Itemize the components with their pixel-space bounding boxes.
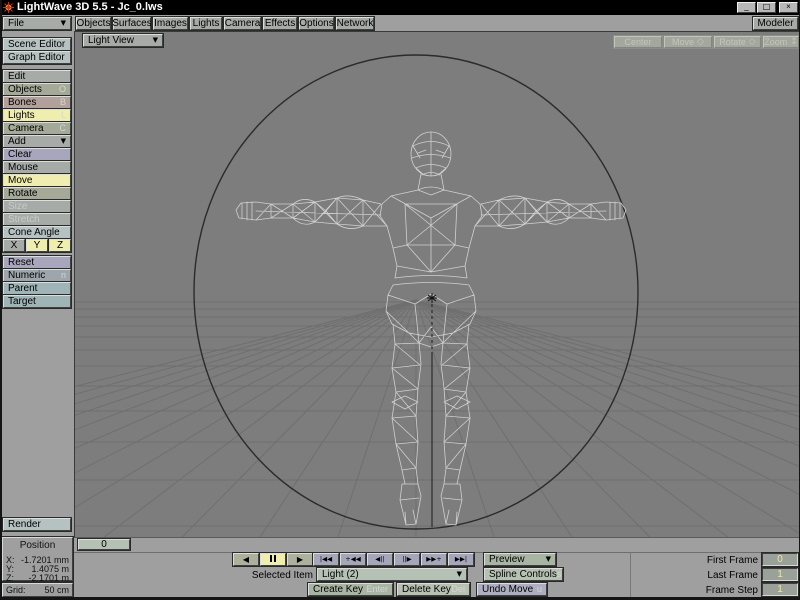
mouse-stretch-button: Stretch — [3, 213, 71, 226]
frame-slider-track[interactable]: 0 — [74, 537, 800, 552]
scene-editor-button[interactable]: Scene Editor — [3, 38, 71, 51]
grid-size-row: Grid:50 cm — [6, 585, 69, 595]
cone-angle-button[interactable]: Cone Angle — [3, 226, 71, 239]
view-selector-dropdown[interactable]: Light View▼ — [83, 34, 163, 47]
clear-button[interactable]: Clear — [3, 148, 71, 161]
light-position-marker — [427, 293, 437, 527]
parent-button[interactable]: Parent — [3, 282, 71, 295]
step-forward-button[interactable]: ||▶ — [394, 553, 420, 566]
graph-editor-button[interactable]: Graph Editor — [3, 51, 71, 64]
tab-lights[interactable]: Lights — [190, 17, 222, 30]
go-to-first-frame-button[interactable]: |◀◀ — [313, 553, 339, 566]
render-button[interactable]: Render — [3, 518, 71, 531]
preview-dropdown[interactable]: Preview▼ — [484, 553, 556, 566]
tab-surfaces[interactable]: Surfaces — [113, 17, 151, 30]
first-frame-field[interactable]: 0 — [762, 553, 798, 566]
position-panel: Position X:-1.7201 mm Y:1.4075 m Z:-2.17… — [2, 537, 73, 581]
tab-effects[interactable]: Effects — [263, 17, 297, 30]
first-frame-label: First Frame — [690, 555, 758, 566]
position-header: Position — [6, 540, 69, 551]
app-icon — [3, 2, 14, 13]
create-key-button[interactable]: Create KeyEnter — [308, 583, 393, 596]
viewport-zoom-button: Zoom↕ — [763, 36, 799, 48]
next-key-button[interactable]: ▶▶+ — [421, 553, 447, 566]
viewport-canvas[interactable]: Light View▼ Center Move◇ Rotate◇ Zoom↕ — [74, 32, 800, 537]
go-to-last-frame-button[interactable]: ▶▶| — [448, 553, 474, 566]
axis-x-button[interactable]: X — [3, 239, 25, 252]
wireframe-scene — [75, 32, 800, 537]
chevron-down-icon: ▼ — [457, 569, 462, 580]
chevron-down-icon: ▼ — [153, 35, 158, 46]
axis-z-button[interactable]: Z — [49, 239, 71, 252]
previous-key-button[interactable]: +◀◀ — [340, 553, 366, 566]
mouse-move-button[interactable]: Move — [3, 174, 71, 187]
rotate-diamond-icon: ◇ — [749, 37, 756, 47]
reset-button[interactable]: Reset — [3, 256, 71, 269]
grid-size-panel: Grid:50 cm — [2, 583, 73, 597]
tab-objects[interactable]: Objects — [76, 17, 111, 30]
viewport-move-button: Move◇ — [664, 36, 712, 48]
edit-bones-button[interactable]: BonesB — [3, 96, 71, 109]
edit-objects-button[interactable]: ObjectsO — [3, 83, 71, 96]
step-back-button[interactable]: ◀|| — [367, 553, 393, 566]
viewport-rotate-button: Rotate◇ — [714, 36, 761, 48]
close-button[interactable]: × — [779, 2, 798, 13]
numeric-button[interactable]: Numericn — [3, 269, 71, 282]
last-frame-field[interactable]: 1 — [762, 568, 798, 581]
file-menu-button[interactable]: File▼ — [3, 17, 71, 30]
last-frame-label: Last Frame — [690, 570, 758, 581]
frame-step-label: Frame Step — [690, 585, 758, 596]
frame-step-field[interactable]: 1 — [762, 583, 798, 596]
selected-item-dropdown[interactable]: Light (2)▼ — [317, 568, 467, 581]
undo-move-button[interactable]: Undo Moveu — [477, 583, 547, 596]
play-reverse-button[interactable]: ◀ — [233, 553, 259, 566]
spline-controls-button[interactable]: Spline Controlss — [484, 568, 563, 581]
zoom-arrows-icon: ↕ — [790, 37, 798, 47]
selected-item-label: Selected Item — [228, 570, 313, 581]
title-bar: LightWave 3D 5.5 - Jc_0.lws _ □ × — [0, 0, 800, 15]
add-menu-button[interactable]: Add▼ — [3, 135, 71, 148]
tab-camera[interactable]: Camera — [224, 17, 261, 30]
edit-camera-button[interactable]: CameraC — [3, 122, 71, 135]
window-title: LightWave 3D 5.5 - Jc_0.lws — [17, 1, 163, 13]
chevron-down-icon: ▼ — [61, 136, 66, 147]
tab-network[interactable]: Network — [336, 17, 374, 30]
edit-lights-button[interactable]: LightsL — [3, 109, 71, 122]
position-z-row: Z:-2.1701 m — [6, 573, 69, 583]
move-diamond-icon: ◇ — [697, 37, 704, 47]
chevron-down-icon: ▼ — [61, 18, 66, 29]
target-button[interactable]: Target — [3, 295, 71, 308]
frame-slider-knob[interactable]: 0 — [78, 539, 130, 550]
play-forward-button[interactable]: ▶ — [287, 553, 313, 566]
pause-button[interactable] — [260, 553, 286, 566]
pause-icon — [269, 554, 277, 565]
tab-images[interactable]: Images — [153, 17, 188, 30]
maximize-button[interactable]: □ — [757, 2, 776, 13]
mouse-size-button: Size — [3, 200, 71, 213]
frame-settings-divider — [630, 552, 631, 597]
modeler-button[interactable]: Modeler — [753, 17, 798, 30]
viewport-center-button: Center — [614, 36, 662, 48]
delete-key-button[interactable]: Delete KeyDel — [397, 583, 470, 596]
chevron-down-icon: ▼ — [546, 554, 551, 565]
axis-y-button[interactable]: Y — [26, 239, 48, 252]
mouse-section-header: Mouse — [3, 161, 71, 174]
tab-options[interactable]: Options — [299, 17, 334, 30]
mouse-rotate-button[interactable]: Rotate — [3, 187, 71, 200]
edit-section-header: Edit — [3, 70, 71, 83]
minimize-button[interactable]: _ — [737, 2, 756, 13]
